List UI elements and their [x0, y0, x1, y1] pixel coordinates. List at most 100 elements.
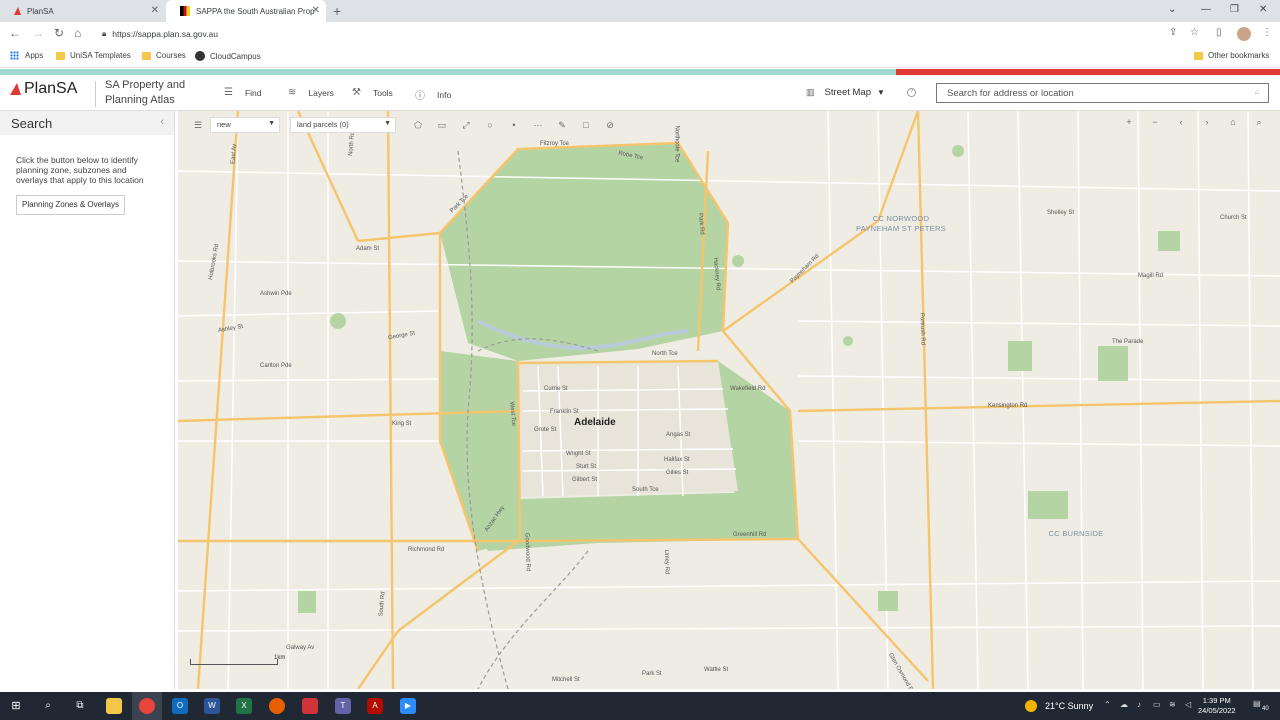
- microphone-icon[interactable]: ♪: [1137, 700, 1141, 709]
- tray-chevron-icon[interactable]: ⌃: [1104, 700, 1111, 709]
- close-tab-icon[interactable]: ✕: [312, 5, 320, 16]
- extent-select-icon[interactable]: ⤢: [454, 117, 478, 133]
- notification-icon[interactable]: ▤: [1253, 699, 1261, 708]
- restore-icon[interactable]: ❐: [1230, 4, 1239, 15]
- window-close-icon[interactable]: ✕: [1259, 4, 1267, 15]
- previous-extent-icon[interactable]: ‹: [1168, 117, 1194, 128]
- bookmark-star-icon[interactable]: ☆: [1190, 27, 1199, 38]
- measure-icon[interactable]: ✎: [550, 117, 574, 133]
- street-label: Shelley St: [1047, 210, 1075, 216]
- bookmark-courses[interactable]: Courses: [142, 51, 186, 60]
- street-label: Portrush Rd: [918, 312, 926, 346]
- layers-toggle-icon[interactable]: ☰: [186, 117, 210, 133]
- tab-search-icon[interactable]: ⌄: [1168, 4, 1176, 15]
- excel-icon[interactable]: X: [236, 698, 252, 714]
- zoom-app-icon[interactable]: ▶: [400, 698, 416, 714]
- bookmark-cloudcampus[interactable]: CloudCampus: [195, 51, 261, 61]
- menu-find[interactable]: ☰ Find: [224, 87, 262, 98]
- street-label: Angas St: [666, 432, 691, 438]
- menu-info[interactable]: ⓘ Info: [415, 87, 451, 103]
- forward-icon[interactable]: →: [32, 26, 44, 40]
- tools-icon: ⚒: [352, 87, 361, 98]
- panel-description: Click the button below to identify plann…: [16, 155, 144, 185]
- browser-menu-icon[interactable]: ⋮: [1262, 27, 1272, 38]
- side-panel-icon[interactable]: ▯: [1216, 27, 1222, 38]
- profile-avatar[interactable]: [1237, 27, 1251, 41]
- street-label: Park St: [642, 671, 662, 677]
- street-label: Gilbert St: [572, 477, 598, 483]
- caret-down-icon: ▼: [384, 120, 391, 127]
- collapse-panel-icon[interactable]: ‹: [160, 116, 164, 128]
- chrome-icon[interactable]: [139, 698, 155, 714]
- browser-tab-sappa[interactable]: SAPPA the South Australian Prop ✕: [166, 0, 326, 22]
- back-icon[interactable]: ←: [9, 26, 21, 40]
- polygon-select-icon[interactable]: ⬠: [406, 117, 430, 133]
- other-bookmarks[interactable]: Other bookmarks: [1194, 51, 1269, 60]
- planning-zones-button[interactable]: Planning Zones & Overlays: [16, 195, 125, 215]
- point-select-icon[interactable]: •: [502, 117, 526, 133]
- address-bar[interactable]: 🔒︎ https://sappa.plan.sa.gov.au: [96, 24, 1196, 44]
- street-label: Kensington Rd: [988, 403, 1028, 409]
- menu-layers[interactable]: ≋ Layers: [288, 87, 334, 98]
- bookmarks-bar: Apps UniSA Templates Courses CloudCampus…: [0, 46, 1280, 68]
- clear-selection-icon[interactable]: ⊘: [598, 117, 622, 133]
- new-tab-icon[interactable]: +: [333, 3, 341, 19]
- reload-icon[interactable]: ↻: [54, 26, 64, 40]
- rectangle-select-icon[interactable]: ▭: [430, 117, 454, 133]
- windows-start-icon[interactable]: ⊞: [8, 698, 24, 714]
- scale-label: 1km: [274, 655, 286, 661]
- street-label: Adam St: [356, 246, 380, 252]
- browser-tab-plansa[interactable]: PlanSA ✕: [0, 0, 165, 22]
- outlook-icon[interactable]: O: [172, 698, 188, 714]
- find-icon: ☰: [224, 87, 233, 98]
- plansa-logo-icon: [10, 83, 21, 95]
- street-label: Northcote Tce: [673, 125, 680, 163]
- app-icon[interactable]: [302, 698, 318, 714]
- minimize-icon[interactable]: —: [1201, 4, 1211, 15]
- zoom-to-icon[interactable]: ⌕: [1246, 117, 1272, 128]
- selection-mode-select[interactable]: new ▼: [210, 117, 280, 133]
- street-label: Fitzroy Tce: [540, 141, 569, 147]
- basemap-select[interactable]: ▥ Street Map ▼: [806, 87, 885, 98]
- plansa-logo[interactable]: PlanSA: [10, 80, 77, 98]
- zoom-out-icon[interactable]: −: [1142, 117, 1168, 128]
- onedrive-icon[interactable]: ☁: [1120, 700, 1128, 709]
- search-icon[interactable]: ⌕: [40, 698, 56, 714]
- folder-icon: [142, 51, 151, 60]
- word-icon[interactable]: W: [204, 698, 220, 714]
- network-icon[interactable]: ▭: [1153, 700, 1161, 709]
- next-extent-icon[interactable]: ›: [1194, 117, 1220, 128]
- search-icon[interactable]: ⌕: [1254, 87, 1260, 98]
- firefox-icon[interactable]: [269, 698, 285, 714]
- home-icon[interactable]: ⌂: [74, 26, 81, 40]
- layer-select[interactable]: land parcels (0) ▼: [290, 117, 396, 133]
- bookmark-unisa-templates[interactable]: UniSA Templates: [56, 51, 131, 60]
- selection-mode-value: new: [217, 120, 231, 129]
- weather-widget[interactable]: 21°C Sunny: [1025, 700, 1093, 712]
- volume-icon[interactable]: ◁: [1185, 700, 1191, 709]
- street-label: Grote St: [534, 427, 557, 433]
- bookmark-apps[interactable]: Apps: [10, 51, 43, 60]
- line-select-icon[interactable]: ⋯: [526, 117, 550, 133]
- wifi-icon[interactable]: ≋: [1169, 700, 1176, 709]
- menu-tools[interactable]: ⚒ Tools: [352, 87, 393, 98]
- teams-icon[interactable]: T: [335, 698, 351, 714]
- folder-icon: [56, 51, 65, 60]
- home-extent-icon[interactable]: ⌂: [1220, 117, 1246, 128]
- location-search-input[interactable]: Search for address or location ⌕: [936, 83, 1269, 103]
- circle-select-icon[interactable]: ○: [478, 117, 502, 133]
- system-clock[interactable]: 1:39 PM 24/05/2022: [1198, 696, 1236, 716]
- map-view[interactable]: Fitzroy Tce Robe Tce Northcote Tce Park …: [178, 111, 1280, 689]
- search-panel: Search ‹ Click the button below to ident…: [0, 111, 175, 689]
- acrobat-icon[interactable]: A: [367, 698, 383, 714]
- share-icon[interactable]: ⇪: [1169, 27, 1177, 38]
- square-select-icon[interactable]: □: [574, 117, 598, 133]
- task-view-icon[interactable]: ⧉: [72, 698, 88, 714]
- railway-line: [477, 550, 589, 689]
- north-parklands: [440, 143, 728, 361]
- caret-down-icon: ▼: [876, 88, 885, 97]
- zoom-in-icon[interactable]: +: [1116, 117, 1142, 128]
- close-tab-icon[interactable]: ✕: [151, 5, 159, 16]
- file-explorer-icon[interactable]: [106, 698, 122, 714]
- help-icon[interactable]: ?: [907, 88, 916, 97]
